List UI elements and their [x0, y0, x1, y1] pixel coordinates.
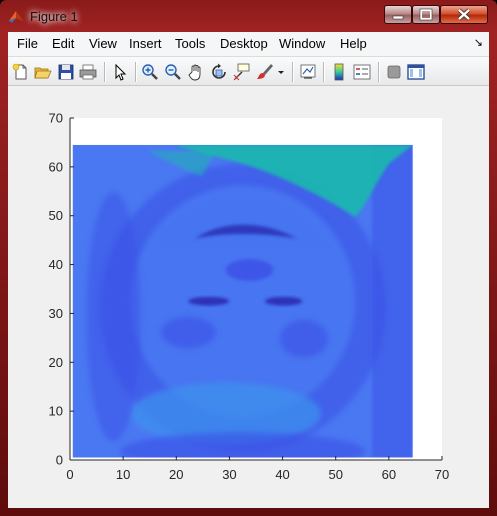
zoom-out-icon[interactable]: [164, 63, 182, 81]
maximize-button[interactable]: [412, 5, 440, 24]
matlab-app-icon: [9, 11, 23, 23]
menu-edit[interactable]: Edit: [52, 36, 74, 51]
toolbar-separator: [292, 62, 293, 82]
x-tick-label: 30: [222, 467, 236, 482]
heatmap-dark-feature: [225, 259, 274, 281]
title-bar[interactable]: Figure 1: [0, 0, 497, 32]
menu-window[interactable]: Window: [279, 36, 325, 51]
insert-legend-icon[interactable]: [353, 63, 371, 81]
heatmap-image: [72, 144, 413, 458]
menu-tools[interactable]: Tools: [175, 36, 205, 51]
minimize-icon: [392, 15, 404, 20]
print-figure-icon[interactable]: [79, 63, 97, 81]
axes-plot[interactable]: 0 10 20 30 40 50 60 70 0 10 20 30 40 50 60 70: [8, 86, 489, 508]
y-tick-label: 10: [49, 404, 63, 419]
figure-window: Figure 1 File Edit View Insert Tools Des…: [0, 0, 497, 516]
heatmap-dark-feature: [120, 432, 366, 458]
menu-file[interactable]: File: [17, 36, 38, 51]
close-button[interactable]: [440, 5, 488, 24]
heatmap-dark-feature: [280, 319, 328, 358]
menubar-dock-arrow-icon[interactable]: ↘: [474, 36, 483, 49]
x-tick-label: 60: [382, 467, 396, 482]
zoom-in-icon[interactable]: [141, 63, 159, 81]
heatmap-face: [130, 185, 355, 417]
heatmap-dark-feature: [188, 296, 230, 306]
y-tick-label: 30: [49, 306, 63, 321]
toolbar-separator: [135, 62, 136, 82]
toolbar-separator: [104, 62, 105, 82]
y-tick-label: 60: [49, 159, 63, 174]
x-tick-label: 50: [328, 467, 342, 482]
toolbar-separator: [323, 62, 324, 82]
y-tick-label: 0: [56, 453, 63, 468]
pan-hand-icon[interactable]: [187, 63, 205, 81]
menu-view[interactable]: View: [89, 36, 117, 51]
menu-bar: File Edit View Insert Tools Desktop Wind…: [8, 32, 489, 56]
rotate-3d-icon[interactable]: [210, 63, 228, 81]
y-tick-label: 50: [49, 208, 63, 223]
menu-desktop[interactable]: Desktop: [220, 36, 268, 51]
save-figure-icon[interactable]: [57, 63, 75, 81]
menu-help[interactable]: Help: [340, 36, 367, 51]
y-tick-label: 70: [49, 111, 63, 126]
x-tick-label: 40: [275, 467, 289, 482]
minimize-button[interactable]: [384, 5, 412, 24]
heatmap-right-band: [371, 144, 413, 458]
y-tick-label: 20: [49, 355, 63, 370]
heatmap-dark-feature: [161, 316, 216, 349]
show-plot-tools-icon[interactable]: [407, 63, 425, 81]
toolbar-separator: [378, 62, 379, 82]
link-plot-icon[interactable]: [299, 63, 317, 81]
figure-toolbar: [8, 56, 489, 86]
x-tick-label: 10: [116, 467, 130, 482]
open-file-icon[interactable]: [34, 63, 52, 81]
maximize-icon: [419, 8, 433, 21]
x-tick-label: 0: [66, 467, 73, 482]
data-cursor-icon[interactable]: [233, 63, 251, 81]
insert-colorbar-icon[interactable]: [330, 63, 348, 81]
heatmap-dark-feature: [264, 296, 303, 306]
heatmap-dark-feature: [86, 191, 141, 442]
y-tick-label: 40: [49, 257, 63, 272]
edit-plot-arrow-icon[interactable]: [111, 63, 129, 81]
menu-insert[interactable]: Insert: [129, 36, 162, 51]
figure-client-area: File Edit View Insert Tools Desktop Wind…: [8, 32, 489, 508]
brush-dropdown-arrow-icon[interactable]: [276, 63, 286, 81]
window-title: Figure 1: [30, 9, 78, 24]
brush-icon[interactable]: [256, 63, 274, 81]
x-tick-label: 70: [435, 467, 449, 482]
close-icon: [457, 8, 471, 21]
x-tick-label: 20: [169, 467, 183, 482]
hide-plot-tools-icon[interactable]: [385, 63, 403, 81]
new-figure-icon[interactable]: [12, 63, 30, 81]
figure-canvas[interactable]: 0 10 20 30 40 50 60 70 0 10 20 30 40 50 60 70: [8, 86, 489, 508]
